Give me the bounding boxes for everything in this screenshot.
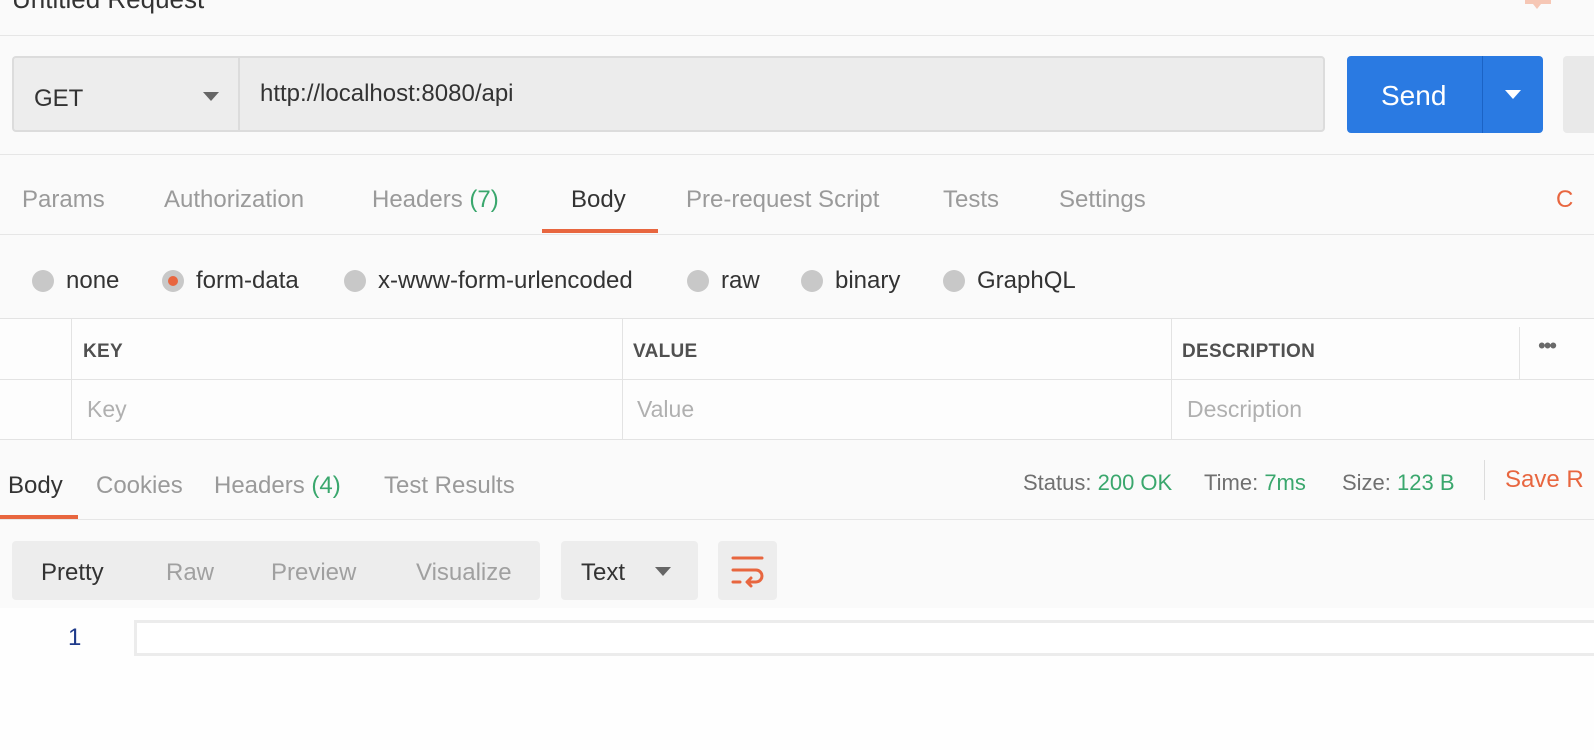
time-label: Time: <box>1204 470 1259 495</box>
format-pretty[interactable]: Pretty <box>41 559 104 587</box>
body-type-none[interactable]: none <box>32 266 119 296</box>
radio-icon <box>801 270 823 292</box>
response-tab-headers-label: Headers <box>214 472 305 499</box>
chevron-down-icon <box>203 92 219 101</box>
method-select[interactable]: GET <box>12 56 238 132</box>
body-type-label: x-www-form-urlencoded <box>378 267 633 294</box>
url-bar-divider <box>0 154 1594 155</box>
body-type-form-data[interactable]: form-data <box>162 266 299 296</box>
size-value: 123 B <box>1397 470 1455 495</box>
tab-tests[interactable]: Tests <box>943 186 999 214</box>
body-type-binary[interactable]: binary <box>801 266 900 296</box>
response-tab-body[interactable]: Body <box>8 472 63 500</box>
body-type-label: form-data <box>196 267 299 294</box>
tab-body[interactable]: Body <box>571 186 626 214</box>
response-tabs-divider <box>0 519 1594 520</box>
comment-icon[interactable] <box>1523 0 1553 10</box>
wrap-lines-icon <box>731 556 764 588</box>
format-visualize[interactable]: Visualize <box>416 559 512 587</box>
size-label: Size: <box>1342 470 1391 495</box>
line-number: 1 <box>68 624 82 651</box>
tab-authorization[interactable]: Authorization <box>164 186 304 214</box>
time-value: 7ms <box>1264 470 1306 495</box>
time-indicator: Time: 7ms <box>1204 470 1306 496</box>
format-mode-group: Pretty Raw Preview Visualize <box>12 541 540 600</box>
column-header-key: KEY <box>83 341 123 362</box>
language-label: Text <box>581 559 626 586</box>
method-label: GET <box>34 85 84 112</box>
tab-headers-count: (7) <box>469 186 499 213</box>
response-tab-test-results[interactable]: Test Results <box>384 472 515 500</box>
response-tab-headers[interactable]: Headers (4) <box>214 472 341 500</box>
column-header-description: DESCRIPTION <box>1182 341 1316 362</box>
status-label: Status: <box>1023 470 1092 495</box>
status-indicator: Status: 200 OK <box>1023 470 1172 496</box>
request-title[interactable]: Untitled Request <box>12 0 204 15</box>
send-divider <box>1482 56 1483 133</box>
send-button[interactable]: Send <box>1347 56 1543 133</box>
chevron-down-icon <box>655 567 671 576</box>
body-type-label: binary <box>835 267 901 294</box>
body-type-label: raw <box>721 267 760 294</box>
more-options-icon[interactable]: ••• <box>1538 333 1557 359</box>
url-input[interactable]: http://localhost:8080/api <box>238 56 1325 132</box>
body-type-raw[interactable]: raw <box>687 266 760 296</box>
editor-active-line[interactable] <box>134 620 1594 656</box>
radio-icon <box>687 270 709 292</box>
cookies-link[interactable]: C <box>1556 186 1573 214</box>
value-input[interactable] <box>637 392 1157 426</box>
row-divider <box>0 379 1594 380</box>
tab-headers-label: Headers <box>372 186 463 213</box>
language-select[interactable]: Text <box>561 541 698 600</box>
response-tab-headers-count: (4) <box>311 472 341 499</box>
key-input[interactable] <box>87 392 607 426</box>
body-type-label: GraphQL <box>977 267 1076 294</box>
radio-icon <box>943 270 965 292</box>
description-input[interactable] <box>1187 392 1587 426</box>
tab-pre-request-script[interactable]: Pre-request Script <box>686 186 879 214</box>
body-type-label: none <box>66 267 120 294</box>
format-raw[interactable]: Raw <box>166 559 214 587</box>
tab-settings[interactable]: Settings <box>1059 186 1146 214</box>
title-divider <box>0 35 1594 36</box>
column-divider <box>1519 327 1520 379</box>
response-tab-cookies[interactable]: Cookies <box>96 472 183 500</box>
radio-icon <box>344 270 366 292</box>
body-type-graphql[interactable]: GraphQL <box>943 266 1076 296</box>
radio-checked-icon <box>162 270 184 292</box>
status-value: 200 OK <box>1097 470 1173 495</box>
send-label: Send <box>1381 80 1447 111</box>
save-button[interactable] <box>1563 56 1594 133</box>
tabs-divider <box>0 234 1594 235</box>
save-response-button[interactable]: Save R <box>1505 466 1584 494</box>
tab-params[interactable]: Params <box>22 186 105 214</box>
chevron-down-icon[interactable] <box>1504 89 1522 100</box>
format-preview[interactable]: Preview <box>271 559 356 587</box>
tab-headers[interactable]: Headers (7) <box>372 186 499 214</box>
active-tab-indicator <box>542 229 658 233</box>
column-header-value: VALUE <box>633 341 698 362</box>
params-table: KEY VALUE DESCRIPTION <box>0 318 1594 440</box>
wrap-lines-button[interactable] <box>718 541 777 600</box>
meta-divider <box>1484 460 1485 500</box>
radio-icon <box>32 270 54 292</box>
size-indicator: Size: 123 B <box>1342 470 1455 496</box>
body-type-urlencoded[interactable]: x-www-form-urlencoded <box>344 266 633 296</box>
